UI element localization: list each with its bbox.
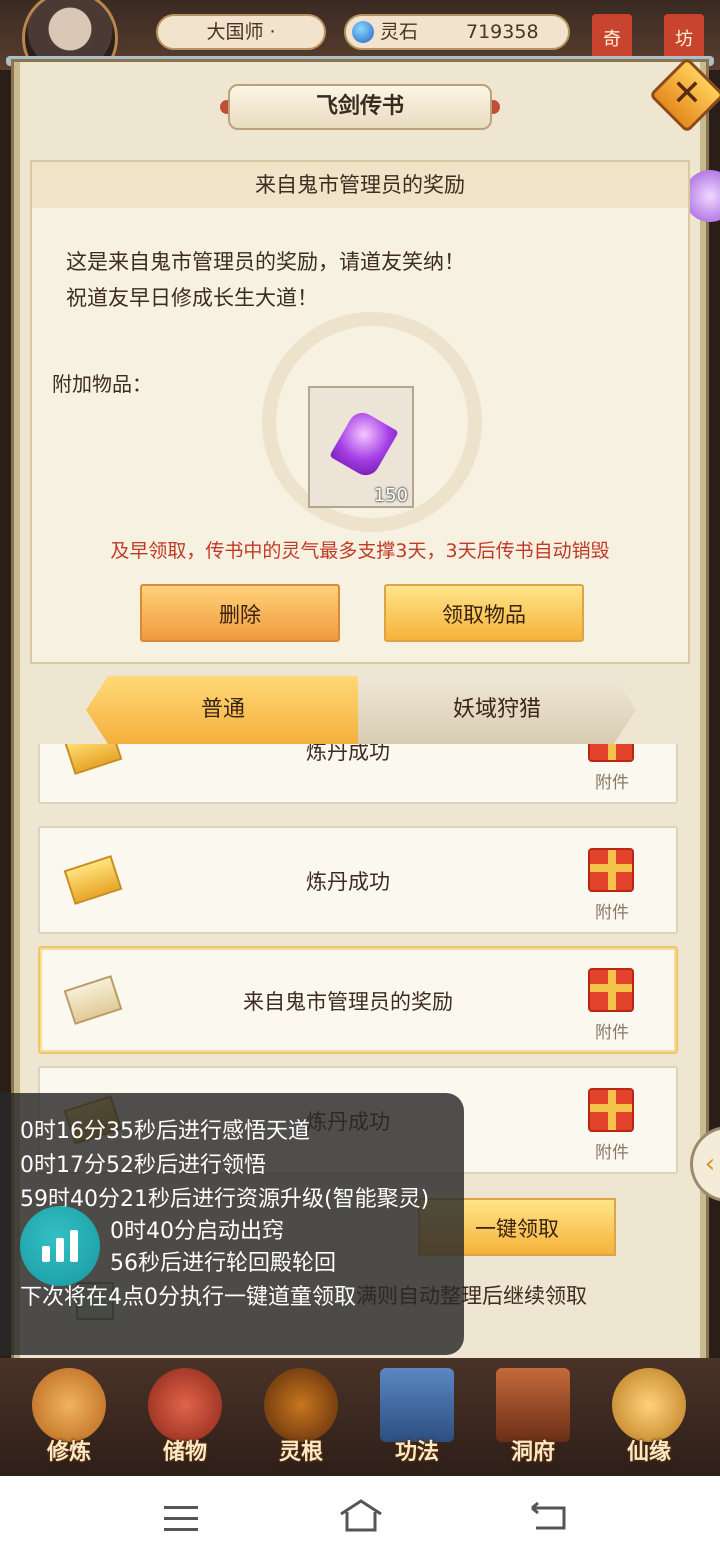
nav-cave-mansion[interactable]: 洞府 [478,1358,588,1476]
nav-techniques[interactable]: 功法 [362,1358,472,1476]
log-line: 56秒后进行轮回殿轮回 [110,1251,336,1276]
expiry-warning: 及早领取，传书中的灵气最多支撑3天，3天后传书自动销毁 [110,540,610,562]
nav-label: 仙缘 [626,1440,671,1465]
gift-box-icon [588,1088,634,1132]
back-icon[interactable] [528,1502,568,1532]
game-bottom-nav: 修炼 储物 灵根 功法 洞府 仙缘 [0,1358,720,1476]
collect-items-button[interactable]: 领取物品 [384,584,584,642]
list-item[interactable]: 炼丹成功 附件 [38,744,678,804]
stats-bar-icon [56,1238,64,1262]
technique-book-icon [380,1368,454,1442]
mail-heading: 来自鬼市管理员的奖励 [32,162,688,208]
nav-label: 修炼 [46,1440,91,1465]
nav-label: 功法 [394,1440,439,1465]
attachment-label: 附加物品： [52,372,152,396]
open-envelope-icon [63,975,123,1025]
nav-spirit-root[interactable]: 灵根 [246,1358,356,1476]
system-nav-bar [0,1476,720,1560]
attachment-item-slot[interactable]: 150 [308,386,414,508]
envelope-icon [63,855,123,905]
delete-button[interactable]: 删除 [140,584,340,642]
stats-bar-icon [70,1230,78,1262]
dialog-title: 飞剑传书 [228,84,492,130]
nav-label: 灵根 [278,1440,323,1465]
log-line: 0时17分52秒后进行领悟 [20,1153,266,1178]
nav-label: 洞府 [510,1440,555,1465]
mail-item-title: 炼丹成功 [306,744,390,764]
currency-label: 灵石 [380,21,419,43]
list-item-selected[interactable]: 来自鬼市管理员的奖励 附件 [38,946,678,1054]
spirit-stone-icon [352,21,374,43]
log-line: 0时40分启动出窍 [110,1219,284,1244]
storage-bag-icon [148,1368,222,1442]
floating-stats-button[interactable] [20,1206,100,1286]
mail-body-line-2: 祝道友早日修成长生大道！ [66,286,318,310]
spirit-root-icon [264,1368,338,1442]
attachment-tag: 附件 [595,1023,629,1043]
menu-icon[interactable] [164,1506,198,1531]
nav-label: 储物 [162,1440,207,1465]
mail-item-title: 来自鬼市管理员的奖励 [243,990,453,1014]
nav-cultivate[interactable]: 修炼 [14,1358,124,1476]
cave-mansion-icon [496,1368,570,1442]
tab-demon-hunt[interactable]: 妖域狩猎 [358,676,636,744]
log-line: 0时16分35秒后进行感悟天道 [20,1119,310,1144]
item-quantity: 150 [373,485,408,506]
attachment-tag: 附件 [595,773,629,793]
stats-bar-icon [42,1246,50,1262]
attachment-tag: 附件 [595,903,629,923]
gift-box-icon [588,744,634,762]
cultivate-icon [32,1368,106,1442]
gift-box-icon [588,848,634,892]
close-icon: ✕ [671,73,703,114]
home-icon[interactable] [338,1498,384,1534]
gourd-icon [612,1368,686,1442]
player-name: 大国师 · [156,14,326,50]
nav-storage[interactable]: 储物 [130,1358,240,1476]
currency-pill: 灵石 719358 [344,14,570,50]
envelope-icon [63,744,123,775]
currency-value: 719358 [466,21,539,43]
log-line: 59时40分21秒后进行资源升级(智能聚灵) [20,1187,430,1212]
purple-spirit-stone-icon [329,407,399,481]
mail-item-title: 炼丹成功 [306,870,390,894]
attachment-tag: 附件 [595,1143,629,1163]
mail-detail: 来自鬼市管理员的奖励 这是来自鬼市管理员的奖励，请道友笑纳！ 祝道友早日修成长生… [30,160,690,664]
list-item[interactable]: 炼丹成功 附件 [38,826,678,934]
gift-box-icon [588,968,634,1012]
tab-normal[interactable]: 普通 [86,676,360,744]
mail-body-line-1: 这是来自鬼市管理员的奖励，请道友笑纳！ [66,250,465,274]
nav-immortal-fate[interactable]: 仙缘 [594,1358,704,1476]
